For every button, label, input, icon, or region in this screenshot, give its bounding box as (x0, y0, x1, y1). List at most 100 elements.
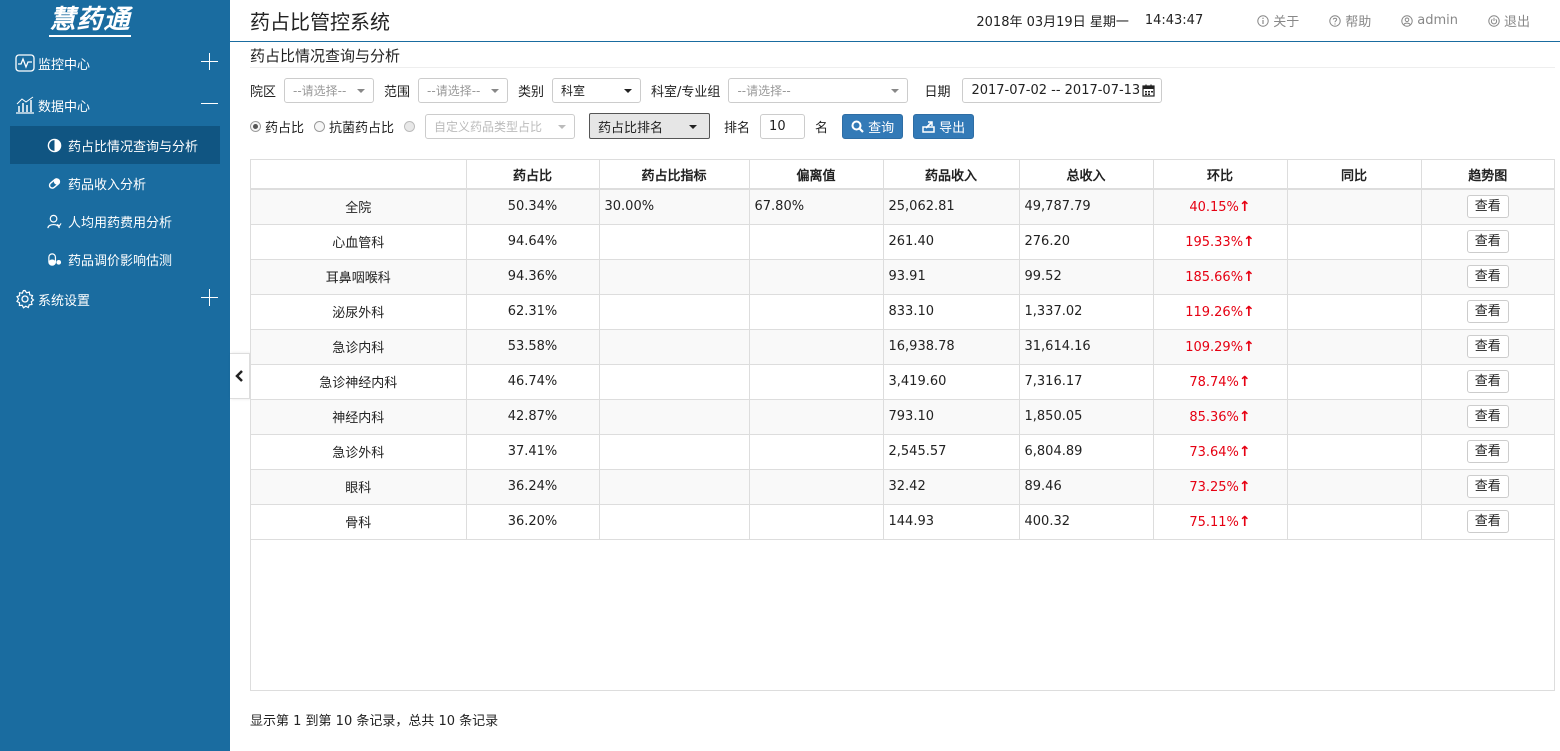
user-icon (46, 213, 62, 229)
deviation-cell (749, 259, 884, 295)
view-trend-button[interactable]: 查看 (1466, 265, 1509, 288)
trend-cell: 查看 (1421, 434, 1554, 470)
drug-ratio-cell: 94.36% (466, 259, 600, 295)
view-trend-button[interactable]: 查看 (1466, 195, 1509, 219)
current-date: 2018年 03月19日 星期一 (976, 15, 1129, 30)
sidebar-item-label: 药品调价影响估测 (68, 253, 173, 269)
dept-name-cell: 心血管科 (251, 224, 467, 260)
column-header[interactable]: 药占比指标 (599, 160, 750, 190)
arrow-up-icon: ↑ (1238, 443, 1251, 460)
nav-group-label: 系统设置 (38, 293, 91, 309)
column-header[interactable]: 趋势图 (1421, 160, 1554, 190)
drug-income-cell: 144.93 (883, 504, 1020, 540)
user-menu[interactable]: admin (1401, 13, 1458, 28)
arrow-up-icon: ↑ (1243, 303, 1255, 320)
column-header[interactable]: 偏离值 (749, 160, 884, 190)
dept-name-cell: 全院 (251, 189, 467, 225)
nav-group-data[interactable]: 数据中心 (0, 84, 230, 126)
pulse-icon (14, 53, 36, 73)
dept-select[interactable]: --请选择-- (728, 78, 909, 103)
category-select[interactable]: 科室 (552, 78, 642, 103)
campus-select[interactable]: --请选择-- (284, 78, 375, 103)
nav-group-settings[interactable]: 系统设置 (0, 278, 230, 320)
rank-type-select[interactable]: 药占比排名 (589, 113, 711, 139)
logout-link[interactable]: 退出 (1488, 11, 1530, 30)
expand-icon[interactable] (200, 288, 220, 308)
view-trend-button[interactable]: 查看 (1466, 510, 1509, 533)
drug-income-cell: 2,545.57 (883, 434, 1020, 470)
arrow-up-icon: ↑ (1243, 268, 1255, 285)
sidebar-collapse-button[interactable] (230, 353, 250, 399)
collapse-icon[interactable] (200, 94, 220, 114)
column-header[interactable]: 药品收入 (883, 160, 1020, 190)
about-link[interactable]: 关于 (1257, 11, 1299, 30)
view-trend-button[interactable]: 查看 (1466, 230, 1509, 253)
sidebar-item-drug-ratio[interactable]: 药占比情况查询与分析 (10, 126, 220, 164)
about-label: 关于 (1273, 15, 1300, 30)
data-table: 药占比 药占比指标 偏离值 药品收入 总收入 环比 同比 趋势图 全院 50.34… (250, 159, 1555, 691)
user-circle-icon (1401, 14, 1413, 27)
table-header-row: 药占比 药占比指标 偏离值 药品收入 总收入 环比 同比 趋势图 (251, 160, 1554, 190)
view-trend-button[interactable]: 查看 (1466, 405, 1509, 428)
expand-icon[interactable] (200, 52, 220, 72)
radio-antibiotic-ratio[interactable]: 抗菌药占比 (314, 117, 394, 136)
ratio-target-cell (599, 364, 750, 400)
column-header[interactable]: 药占比 (466, 160, 600, 190)
column-header[interactable]: 环比 (1153, 160, 1288, 190)
sidebar-item-per-capita[interactable]: 人均用药费用分析 (10, 202, 220, 240)
column-header[interactable]: 总收入 (1019, 160, 1154, 190)
drug-ratio-cell: 53.58% (466, 329, 600, 365)
radio-custom[interactable] (404, 120, 419, 132)
query-button-label: 查询 (868, 120, 895, 136)
drug-ratio-cell: 36.20% (466, 504, 600, 540)
trend-cell: 查看 (1421, 364, 1554, 400)
page-title: 药占比情况查询与分析 (250, 47, 401, 65)
ratio-target-cell: 30.00% (599, 189, 750, 225)
deviation-cell (749, 294, 884, 330)
total-income-cell: 6,804.89 (1019, 434, 1154, 470)
rank-count-input[interactable] (760, 113, 806, 139)
power-icon (1488, 14, 1500, 27)
trend-cell: 查看 (1421, 189, 1554, 225)
sidebar-item-label: 人均用药费用分析 (68, 215, 173, 231)
dept-name-cell: 急诊内科 (251, 329, 467, 365)
rank-unit: 名 (815, 120, 829, 136)
mom-change-cell: 85.36%↑ (1153, 399, 1288, 435)
view-trend-button[interactable]: 查看 (1466, 440, 1509, 463)
table-row: 神经内科 42.87% 793.10 1,850.05 85.36%↑ 查看 (251, 399, 1554, 435)
current-time: 14:43:47 (1144, 13, 1204, 28)
ratio-target-cell (599, 399, 750, 435)
column-header[interactable]: 同比 (1287, 160, 1422, 190)
custom-drug-type-select[interactable]: 自定义药品类型占比 (425, 113, 576, 139)
date-range-input[interactable]: 2017-07-02 -- 2017-07-13 (962, 78, 1163, 103)
view-trend-button[interactable]: 查看 (1466, 335, 1509, 358)
drug-income-cell: 93.91 (883, 259, 1020, 295)
deviation-cell (749, 364, 884, 400)
mom-change-value: 85.36% (1189, 409, 1239, 425)
query-button[interactable]: 查询 (842, 113, 904, 139)
drug-ratio-cell: 36.24% (466, 469, 600, 505)
logo[interactable]: 慧药通 (0, 0, 230, 42)
export-button[interactable]: 导出 (913, 113, 975, 139)
column-header[interactable] (251, 160, 467, 190)
mom-change-value: 73.64% (1189, 444, 1239, 460)
logout-label: 退出 (1503, 15, 1530, 30)
drug-ratio-cell: 94.64% (466, 224, 600, 260)
app-title: 药占比管控系统 (250, 10, 390, 34)
arrow-up-icon: ↑ (1243, 233, 1255, 250)
sidebar: 慧药通 监控中心 数据中心 药占比情况查询与分析 药品收入分析 人均用药费用分析 (0, 0, 230, 751)
view-trend-button[interactable]: 查看 (1466, 370, 1509, 393)
sidebar-item-price-adjust[interactable]: 药品调价影响估测 (10, 240, 220, 278)
sidebar-item-drug-income[interactable]: 药品收入分析 (10, 164, 220, 202)
view-trend-button[interactable]: 查看 (1466, 475, 1509, 498)
calendar-icon (1142, 84, 1156, 97)
radio-drug-ratio[interactable]: 药占比 (250, 117, 304, 136)
arrow-up-icon: ↑ (1238, 198, 1251, 215)
help-link[interactable]: 帮助 (1329, 11, 1371, 30)
view-trend-button[interactable]: 查看 (1466, 300, 1509, 323)
drug-income-cell: 833.10 (883, 294, 1020, 330)
nav-group-monitor[interactable]: 监控中心 (0, 42, 230, 84)
deviation-cell (749, 224, 884, 260)
dept-name-cell: 神经内科 (251, 399, 467, 435)
scope-select[interactable]: --请选择-- (418, 78, 509, 103)
